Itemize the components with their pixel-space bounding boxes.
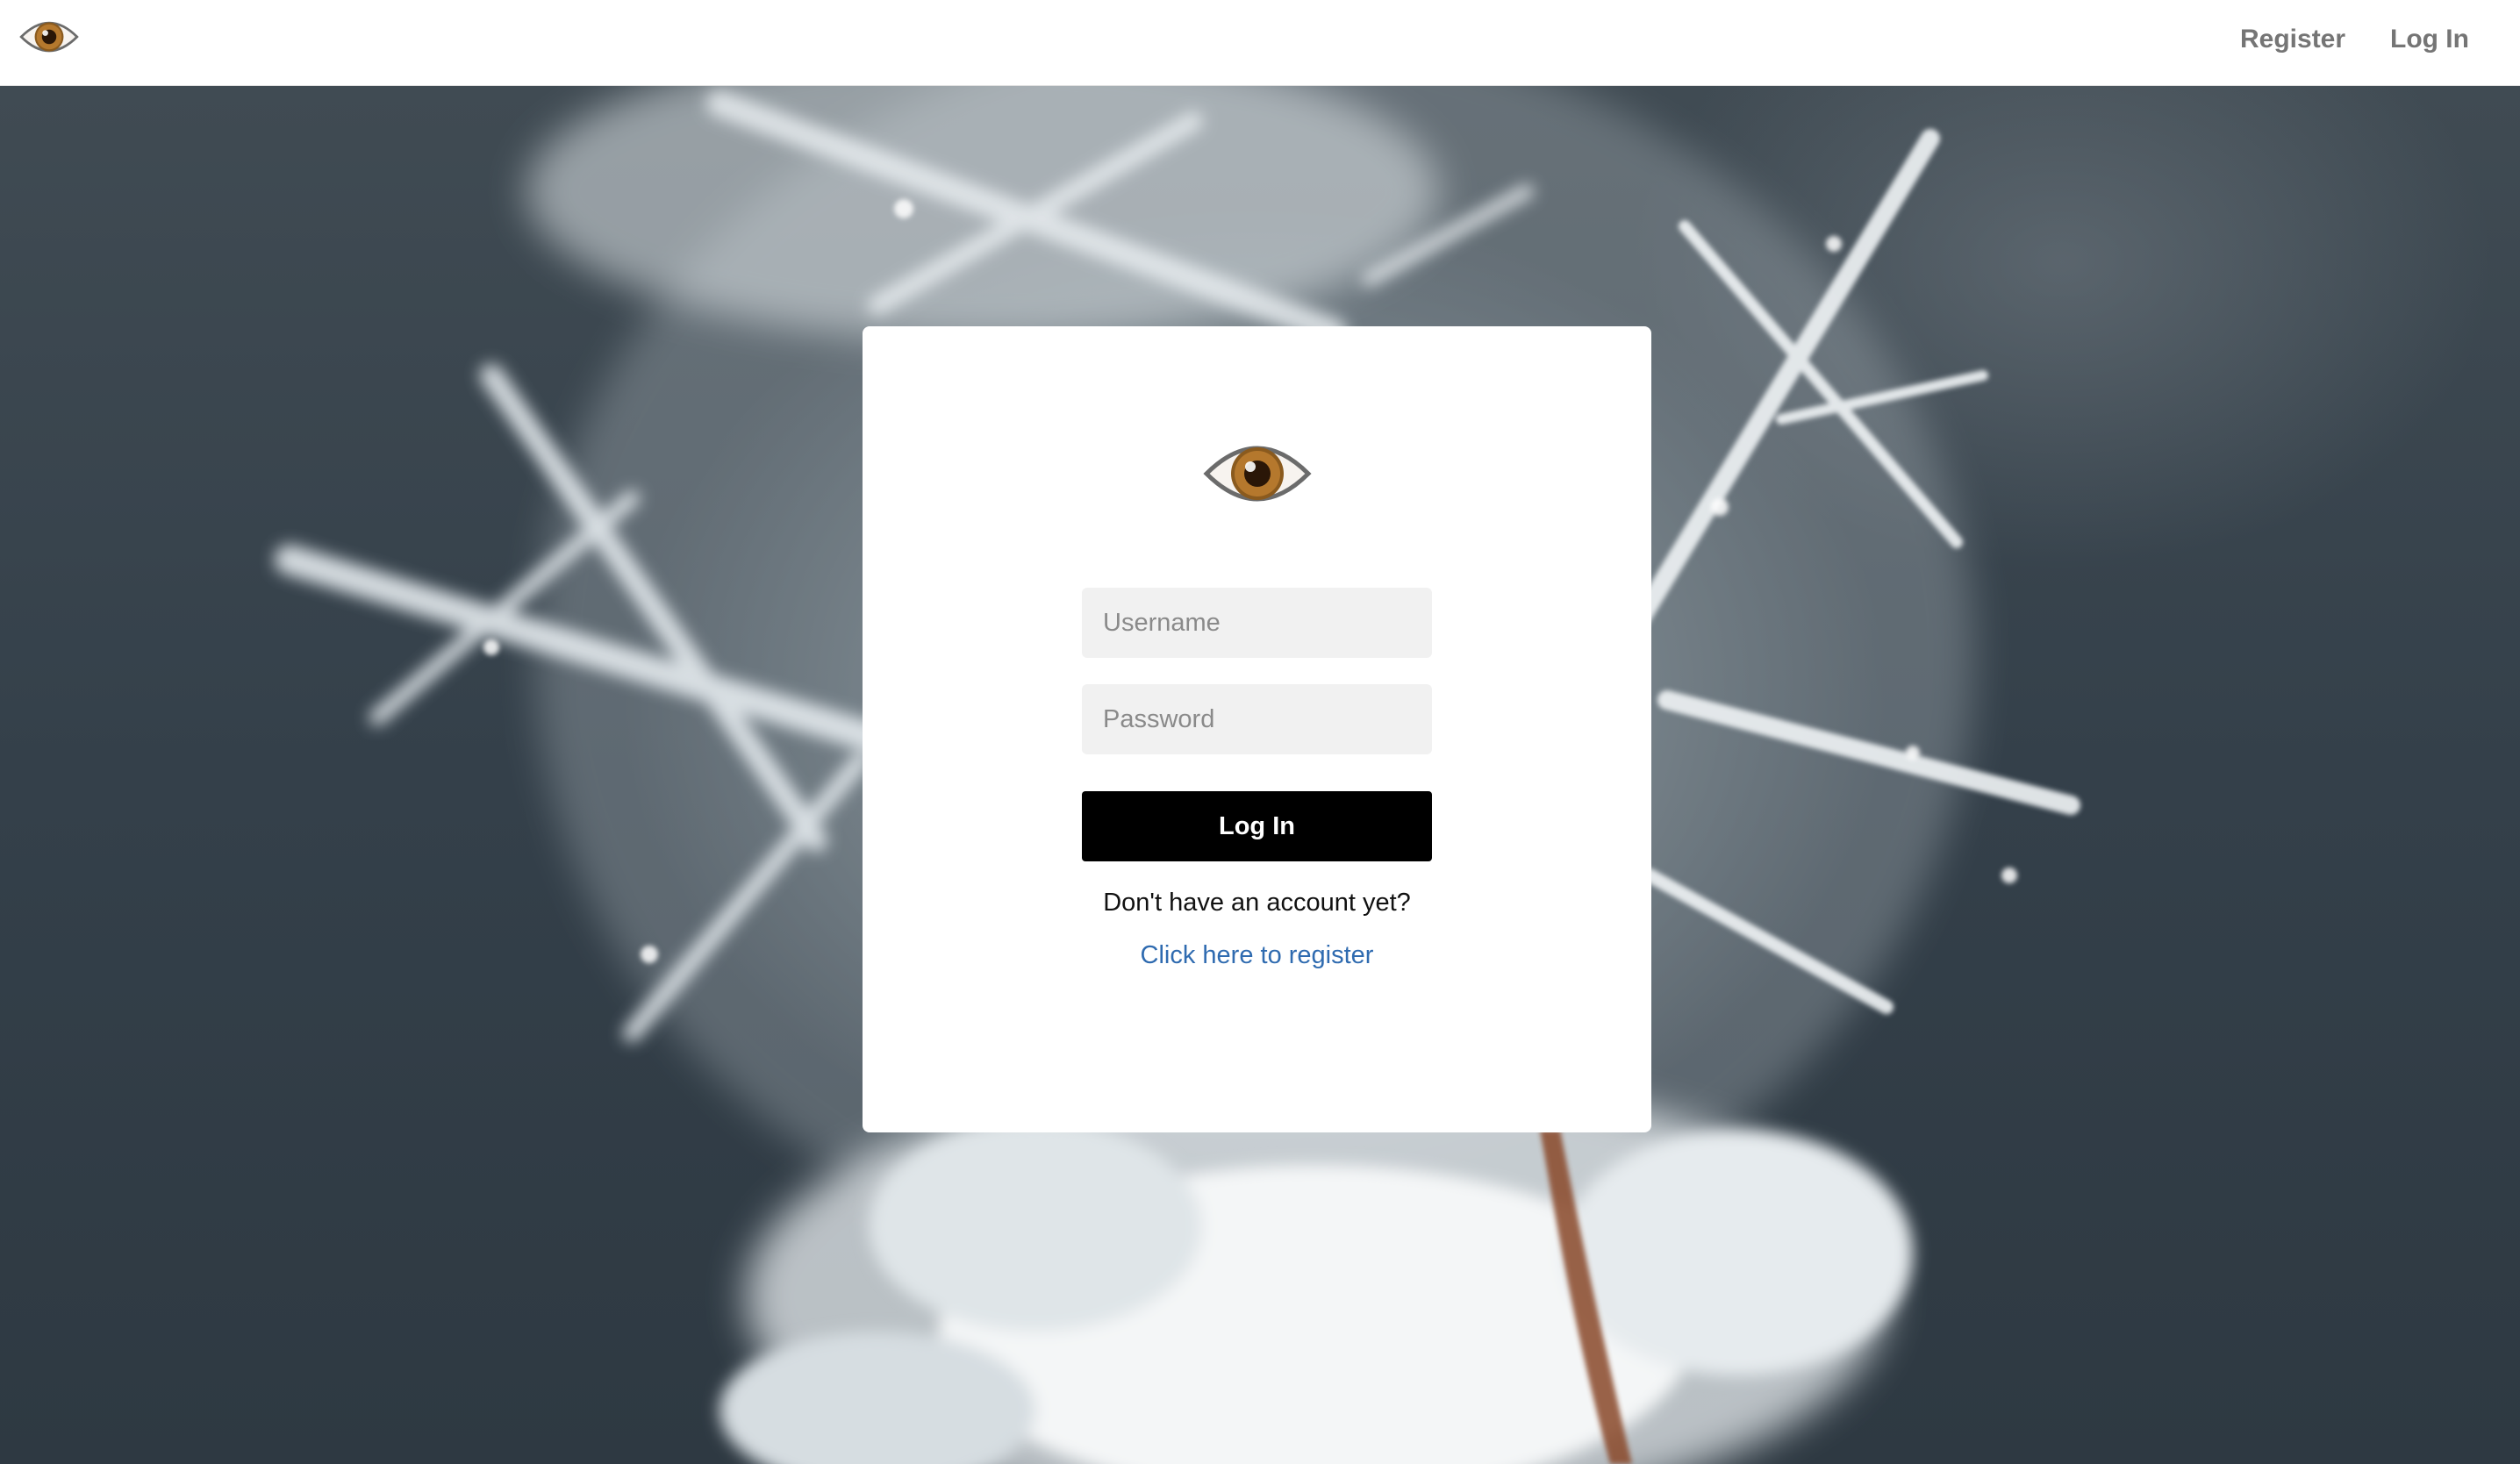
eye-icon <box>1203 446 1312 502</box>
register-link[interactable]: Click here to register <box>863 941 1651 970</box>
password-input[interactable] <box>1082 684 1432 754</box>
login-card: Log In Don't have an account yet? Click … <box>863 326 1651 1132</box>
username-input[interactable] <box>1082 588 1432 658</box>
top-nav-bar: Register Log In <box>0 0 2520 86</box>
eye-icon[interactable] <box>19 12 79 61</box>
nav-register-link[interactable]: Register <box>2240 25 2345 54</box>
no-account-text: Don't have an account yet? <box>1103 889 1411 917</box>
login-button[interactable]: Log In <box>1082 791 1432 861</box>
nav-login-link[interactable]: Log In <box>2390 25 2469 54</box>
